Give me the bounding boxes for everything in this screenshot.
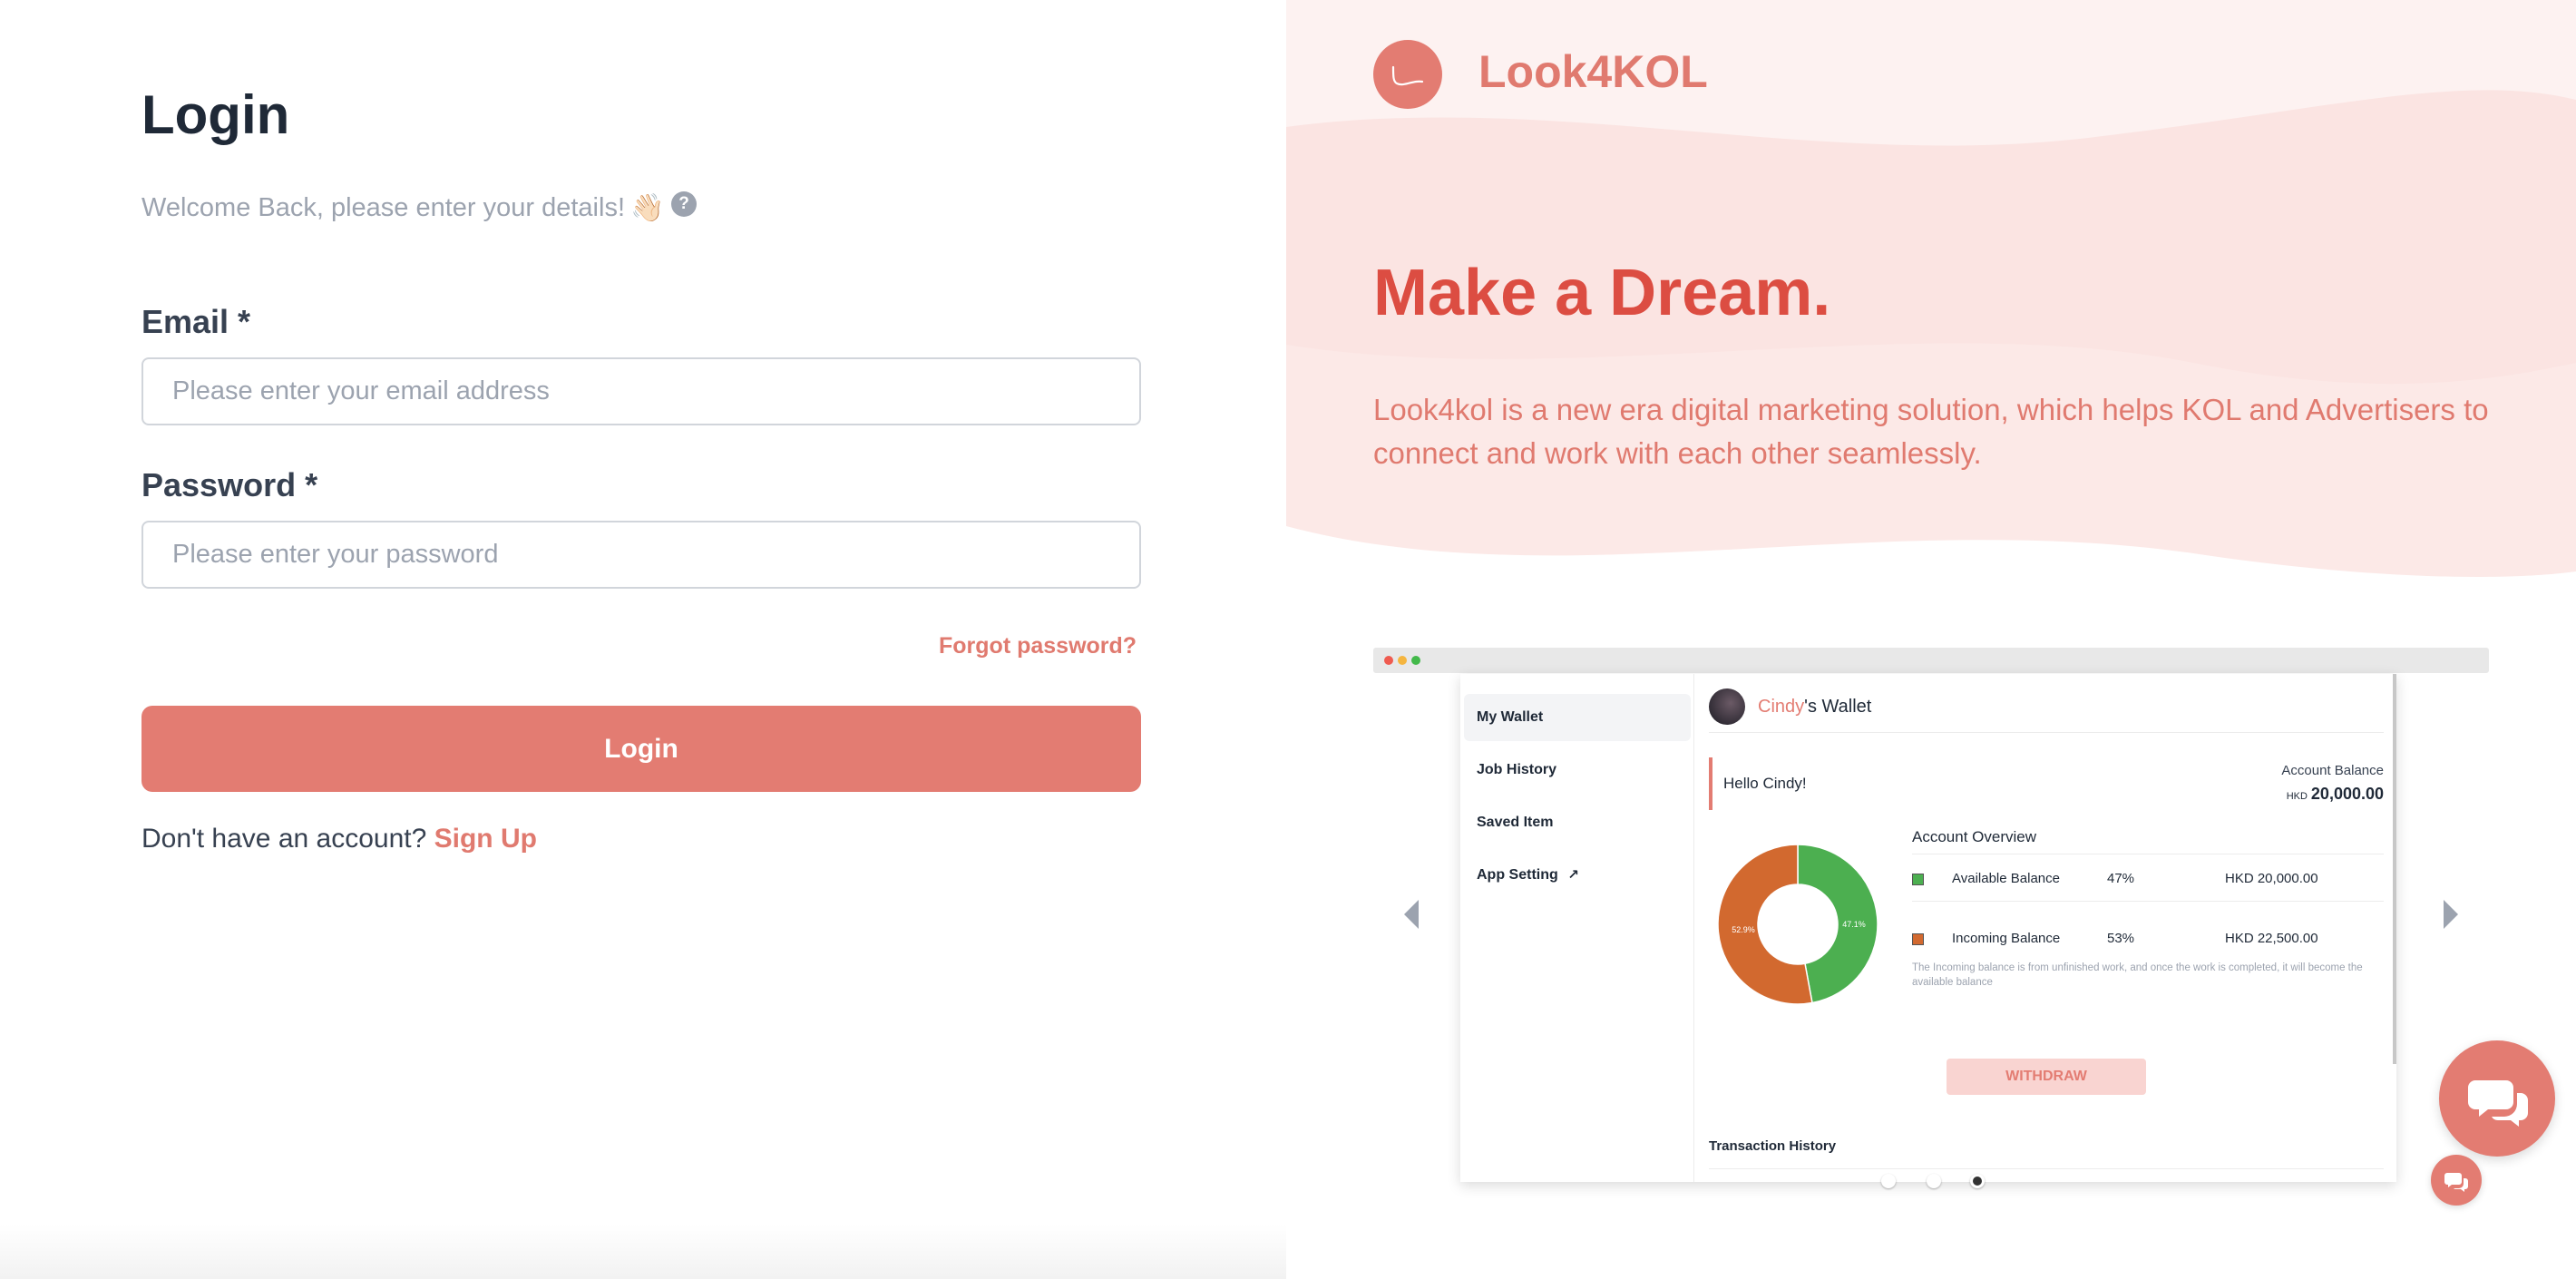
scrollbar[interactable] (2393, 674, 2396, 1064)
transaction-history-title: Transaction History (1709, 1138, 1837, 1154)
page-title: Login (141, 84, 290, 145)
avatar (1709, 688, 1745, 725)
donut-slice-available (1797, 844, 1878, 1004)
arrow-left-icon[interactable] (1404, 900, 1419, 929)
legend-row-available: Available Balance 47% HKD 20,000.00 (1912, 866, 2384, 893)
donut-label-incoming: 52.9% (1732, 925, 1755, 934)
legend-swatch-available (1912, 874, 1924, 885)
chat-widget-button[interactable] (2439, 1040, 2555, 1157)
legend-swatch-incoming (1912, 933, 1924, 945)
donut-label-available: 47.1% (1842, 920, 1866, 929)
login-page: Login Welcome Back, please enter your de… (0, 0, 2576, 1279)
email-label: Email * (141, 303, 251, 340)
sidebar-item-job-history[interactable]: Job History (1464, 747, 1691, 794)
legend-percent: 47% (2107, 871, 2135, 886)
chat-bubbles-icon (2444, 1173, 2468, 1192)
sidebar-item-label: Saved Item (1477, 815, 1554, 830)
wave-emoji: 👋🏻 (630, 193, 665, 223)
forgot-password-link[interactable]: Forgot password? (939, 633, 1137, 659)
balance-amount: 20,000.00 (2310, 785, 2384, 803)
password-label: Password * (141, 466, 318, 503)
welcome-message: Welcome Back, please enter your details!… (141, 192, 664, 224)
arrow-right-icon[interactable] (2444, 900, 2458, 929)
signup-row: Don't have an account? Sign Up (141, 824, 537, 854)
wallet-title: Cindy's Wallet (1758, 697, 1871, 718)
account-balance-label: Account Balance (2281, 763, 2384, 778)
legend-name: Incoming Balance (1952, 931, 2061, 946)
greeting-accent-bar (1709, 757, 1712, 810)
legend-name: Available Balance (1952, 871, 2060, 886)
sidebar-item-label: App Setting (1477, 867, 1558, 883)
login-panel: Login Welcome Back, please enter your de… (0, 0, 1286, 1279)
brand-logo (1373, 40, 1442, 109)
bottom-fade (0, 1225, 1286, 1279)
legend-row-incoming: Incoming Balance 53% HKD 22,500.00 (1912, 926, 2384, 953)
signup-prompt: Don't have an account? (141, 824, 427, 854)
email-field[interactable] (141, 357, 1141, 425)
brand-name: Look4KOL (1478, 46, 1708, 97)
signup-link[interactable]: Sign Up (434, 824, 537, 854)
help-icon[interactable]: ? (671, 191, 697, 217)
wallet-title-suffix: 's Wallet (1804, 697, 1872, 717)
browser-maximize-dot (1411, 656, 1420, 665)
browser-minimize-dot (1398, 656, 1407, 665)
greeting-card: Hello Cindy! Account Balance HKD 20,000.0… (1709, 757, 2384, 812)
browser-bar (1373, 648, 2489, 673)
legend-percent: 53% (2107, 931, 2135, 946)
account-overview-title: Account Overview (1912, 828, 2036, 845)
logo-mark-icon (1391, 65, 1424, 86)
legend-amount: HKD 20,000.00 (2225, 871, 2318, 886)
sidebar-item-label: Job History (1477, 762, 1557, 777)
incoming-balance-note: The Incoming balance is from unfinished … (1912, 962, 2363, 988)
legend-amount: HKD 22,500.00 (2225, 931, 2318, 946)
wallet-sidebar: My Wallet Job History Saved Item App Set… (1460, 674, 1694, 1182)
sidebar-item-app-setting[interactable]: App Setting ↗ (1464, 852, 1691, 899)
divider (1709, 1168, 2384, 1169)
hero-description: Look4kol is a new era digital marketing … (1373, 393, 2489, 470)
account-balance-value: HKD 20,000.00 (2287, 785, 2384, 804)
divider (1709, 732, 2384, 733)
carousel-dot-3-active[interactable] (1970, 1174, 1985, 1188)
wallet-owner-name: Cindy (1758, 697, 1805, 717)
sidebar-item-saved-item[interactable]: Saved Item (1464, 799, 1691, 846)
hero-title: Make a Dream. (1373, 257, 1831, 329)
login-button[interactable]: Login (141, 706, 1141, 792)
chat-bubbles-icon (2468, 1080, 2528, 1127)
welcome-text: Welcome Back, please enter your details! (141, 193, 626, 222)
external-link-icon: ↗ (1567, 867, 1579, 883)
wallet-preview: My Wallet Job History Saved Item App Set… (1460, 674, 2396, 1182)
greeting-text: Hello Cindy! (1723, 775, 1807, 792)
balance-donut-chart: 47.1% 52.9% (1717, 844, 1878, 1005)
divider (1912, 901, 2384, 902)
chat-mini-button[interactable] (2431, 1155, 2482, 1206)
wallet-main: Cindy's Wallet Hello Cindy! Account Bala… (1694, 674, 2396, 1182)
withdraw-button[interactable]: WITHDRAW (1947, 1059, 2146, 1095)
sidebar-item-label: My Wallet (1477, 709, 1544, 725)
browser-close-dot (1384, 656, 1393, 665)
carousel-dot-2[interactable] (1927, 1174, 1941, 1188)
password-field[interactable] (141, 521, 1141, 589)
sidebar-item-my-wallet[interactable]: My Wallet (1464, 694, 1691, 741)
carousel-dot-1[interactable] (1881, 1174, 1896, 1188)
balance-currency: HKD (2286, 791, 2308, 802)
donut-slice-incoming (1717, 844, 1813, 1005)
